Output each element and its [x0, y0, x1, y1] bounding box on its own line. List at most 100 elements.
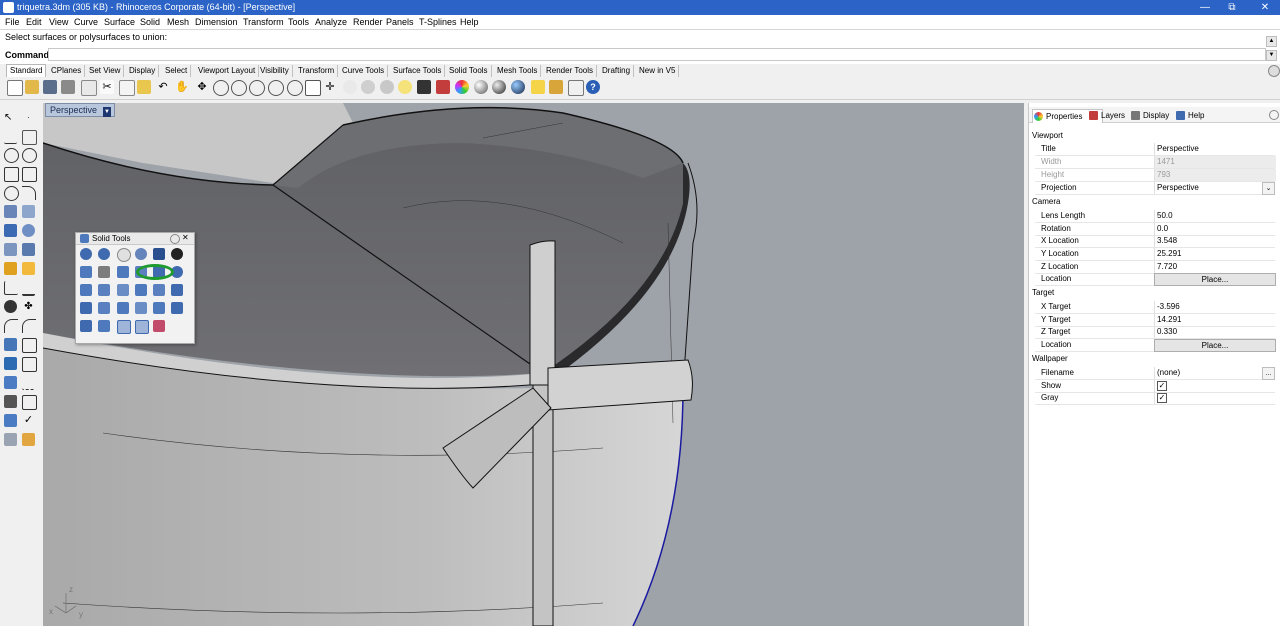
named-cplane-icon[interactable] [361, 80, 375, 94]
cplane-icon[interactable] [380, 80, 394, 94]
scroll-up-icon[interactable]: ▲ [1266, 36, 1277, 47]
rotation-field[interactable]: 0.0 [1157, 224, 1168, 233]
lens-length-field[interactable]: 50.0 [1157, 211, 1173, 220]
ellipse-icon[interactable] [4, 186, 19, 201]
pan-hand-icon[interactable]: ✋ [175, 80, 189, 94]
copy-icon[interactable] [119, 80, 135, 96]
text-object-icon[interactable] [4, 338, 17, 351]
menu-tsplines[interactable]: T-Splines [419, 17, 457, 27]
loft-icon[interactable] [22, 205, 35, 218]
render-icon[interactable] [511, 80, 525, 94]
menu-view[interactable]: View [49, 17, 68, 27]
tab-new-in-v5[interactable]: New in V5 [636, 65, 680, 77]
array-hole-icon[interactable] [135, 302, 147, 314]
grid-array-icon[interactable] [4, 395, 17, 408]
menu-help[interactable]: Help [460, 17, 479, 27]
fillet-icon[interactable] [4, 319, 18, 333]
text-solid-icon[interactable] [80, 320, 92, 332]
command-input[interactable] [48, 48, 1266, 61]
arc-icon[interactable] [22, 186, 36, 200]
cut-icon[interactable]: ✂ [100, 80, 114, 94]
browse-button[interactable]: ... [1262, 367, 1275, 380]
tab-mesh-tools[interactable]: Mesh Tools [494, 65, 542, 77]
menu-solid[interactable]: Solid [140, 17, 160, 27]
render-mesh-icon[interactable] [4, 433, 17, 446]
solid-edit-icon[interactable] [98, 320, 110, 332]
chevron-down-icon[interactable]: ⌄ [1262, 182, 1275, 195]
extrude-face-icon[interactable] [80, 284, 92, 296]
filename-field[interactable]: (none) [1157, 368, 1180, 377]
shaded-sphere-icon[interactable] [474, 80, 488, 94]
project-curve-icon[interactable] [22, 338, 37, 353]
menu-file[interactable]: File [5, 17, 20, 27]
menu-mesh[interactable]: Mesh [167, 17, 189, 27]
undo-icon[interactable]: ↶ [156, 80, 170, 94]
box-solid-icon[interactable] [4, 224, 17, 237]
dimension-tool-icon[interactable] [568, 80, 584, 96]
show-checkbox[interactable]: ✓ [1157, 381, 1167, 391]
properties-icon[interactable] [81, 80, 97, 96]
tab-render-tools[interactable]: Render Tools [543, 65, 597, 77]
mirror-icon[interactable] [22, 357, 37, 372]
point-icon[interactable]: · [22, 111, 35, 124]
projection-select[interactable]: Perspective [1157, 183, 1199, 192]
cylinder-icon[interactable] [4, 243, 17, 256]
split-face-icon[interactable] [135, 284, 147, 296]
color-wheel-icon[interactable] [455, 80, 469, 94]
tab-surface-tools[interactable]: Surface Tools [390, 65, 446, 77]
four-view-icon[interactable] [305, 80, 321, 96]
minimize-button[interactable]: — [1192, 0, 1218, 15]
move-icon[interactable]: ✛ [323, 80, 337, 94]
tab-viewport-layout[interactable]: Viewport Layout [195, 65, 260, 77]
circle-icon[interactable] [4, 148, 19, 163]
fold-face-icon[interactable] [153, 284, 165, 296]
wireframe-solid-icon[interactable] [135, 320, 149, 334]
tab-solid-tools[interactable]: Solid Tools [446, 65, 492, 77]
rendered-sphere-icon[interactable] [492, 80, 506, 94]
select-arrow-icon[interactable]: ↖ [4, 111, 17, 124]
y-target-field[interactable]: 14.291 [1157, 315, 1181, 324]
move-hole-icon[interactable] [153, 302, 165, 314]
polyline-icon[interactable] [4, 130, 17, 144]
menu-surface[interactable]: Surface [104, 17, 135, 27]
boolean-two-objects-icon[interactable] [153, 248, 165, 260]
flash-icon[interactable] [531, 80, 545, 94]
curve-icon[interactable] [22, 130, 37, 145]
merge-faces-icon[interactable] [171, 302, 183, 314]
tab-transform[interactable]: Transform [295, 65, 339, 77]
lock-icon[interactable] [417, 80, 431, 94]
solid-tools-header[interactable]: Solid Tools ✕ [76, 233, 194, 245]
maximize-button[interactable]: ⧉ [1219, 0, 1245, 15]
gumball-icon[interactable]: ✤ [22, 300, 35, 313]
zoom-icon[interactable] [213, 80, 229, 96]
sphere-solid-icon[interactable] [22, 224, 35, 237]
light-bulb-icon[interactable] [398, 80, 412, 94]
zoom-selected-icon[interactable] [268, 80, 284, 96]
panel-settings-gear-icon[interactable] [170, 234, 180, 244]
menu-curve[interactable]: Curve [74, 17, 98, 27]
extract-surface-icon[interactable] [80, 266, 92, 278]
split-icon[interactable] [22, 281, 35, 296]
polygon-icon[interactable] [4, 167, 19, 182]
toolbar-settings-gear-icon[interactable] [1268, 65, 1280, 77]
select-icon[interactable] [343, 80, 357, 94]
gears-icon[interactable] [549, 80, 563, 94]
x-location-field[interactable]: 3.548 [1157, 236, 1177, 245]
move-face-icon[interactable] [98, 284, 110, 296]
tab-curve-tools[interactable]: Curve Tools [339, 65, 389, 77]
move-edge-icon[interactable] [117, 284, 129, 296]
gray-checkbox[interactable]: ✓ [1157, 393, 1167, 403]
surface-icon[interactable] [4, 205, 17, 218]
perspective-viewport[interactable]: z y x Perspective ▼ [43, 103, 1024, 626]
viewport-title-tab[interactable]: Perspective ▼ [45, 103, 116, 117]
cap-icon[interactable] [117, 266, 129, 278]
offset-icon[interactable] [22, 319, 36, 333]
place-hole-icon[interactable] [98, 302, 110, 314]
tab-set-view[interactable]: Set View [86, 65, 125, 77]
close-button[interactable]: ✕ [1252, 0, 1278, 15]
menu-edit[interactable]: Edit [26, 17, 42, 27]
boolean-difference-icon[interactable] [98, 248, 110, 260]
paint-icon[interactable] [22, 433, 35, 446]
mesh-icon[interactable] [22, 243, 35, 256]
trim-icon[interactable] [4, 281, 18, 295]
